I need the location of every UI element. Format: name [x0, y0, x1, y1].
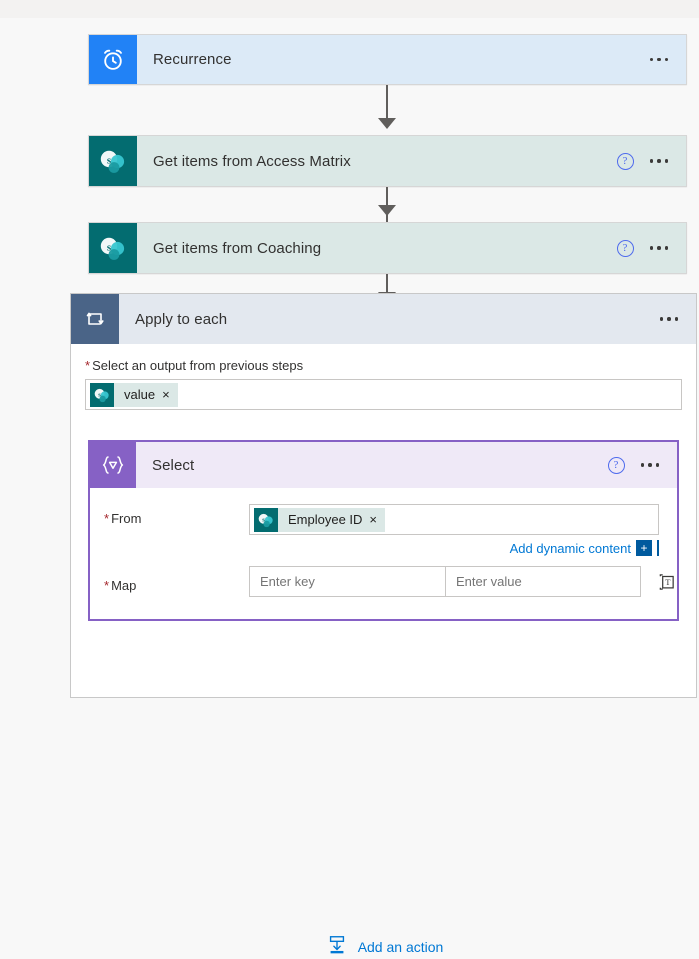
switch-to-text-mode-icon[interactable]: T [657, 571, 676, 593]
flow-step-title: Get items from Access Matrix [153, 152, 351, 170]
svg-text:T: T [665, 577, 671, 587]
apply-to-each-actions [658, 294, 697, 344]
select-body: * From s Employee ID × Add dynamic conte… [90, 488, 677, 619]
add-an-action-button[interactable]: Add an action [71, 934, 698, 959]
select-actions: ? [607, 442, 678, 488]
ellipsis-icon[interactable] [648, 240, 671, 256]
top-band [0, 0, 699, 18]
apply-to-each-title: Apply to each [135, 310, 228, 328]
add-an-action-label[interactable]: Add an action [358, 939, 444, 955]
apply-to-each-body: * Select an output from previous steps s … [71, 344, 696, 410]
connector-arrowhead [378, 118, 396, 129]
apply-to-each-header[interactable]: Apply to each [71, 294, 696, 344]
ellipsis-icon[interactable] [648, 52, 671, 68]
add-dynamic-content-row: Add dynamic content + [104, 540, 659, 556]
add-dynamic-content-plus-icon[interactable]: + [636, 540, 652, 556]
loop-icon [71, 294, 119, 344]
output-field-label-text: Select an output from previous steps [92, 358, 304, 373]
ellipsis-icon[interactable] [648, 153, 671, 169]
output-field-input[interactable]: s value × [85, 379, 682, 410]
sharepoint-icon: s [89, 223, 137, 273]
select-from-label-text: From [111, 511, 142, 526]
svg-text:s: s [98, 391, 101, 398]
insert-action-icon [326, 934, 348, 959]
question-circle-icon[interactable]: ? [607, 456, 625, 474]
sharepoint-icon: s [254, 507, 278, 532]
required-marker: * [104, 511, 110, 526]
flow-step-get-items-coaching[interactable]: s Get items from Coaching ? [88, 222, 687, 274]
select-from-row: * From s Employee ID × [104, 504, 659, 535]
svg-text:s: s [107, 242, 112, 254]
flow-step-select[interactable]: Select ? * From s Employee ID × Add dyna… [88, 440, 679, 621]
select-from-label: * From [104, 504, 249, 526]
connector-arrowhead [378, 205, 396, 216]
flow-step-actions [648, 35, 687, 84]
select-from-input[interactable]: s Employee ID × [249, 504, 659, 535]
select-map-row: *Map T [104, 566, 674, 597]
select-map-label-text: Map [111, 577, 137, 593]
output-field-label: * Select an output from previous steps [85, 358, 682, 373]
token-employee-id[interactable]: s Employee ID × [254, 507, 386, 532]
sharepoint-icon: s [90, 382, 114, 407]
flow-step-title: Get items from Coaching [153, 239, 322, 257]
required-marker: * [104, 577, 110, 593]
token-value[interactable]: s value × [90, 382, 178, 407]
connector-line [386, 85, 388, 121]
flow-step-actions: ? [616, 136, 687, 186]
select-title: Select [152, 456, 195, 474]
ellipsis-icon[interactable] [639, 457, 662, 473]
token-label: Employee ID [288, 512, 363, 527]
flow-step-get-items-access-matrix[interactable]: s Get items from Access Matrix ? [88, 135, 687, 187]
add-dynamic-content-bar [657, 540, 659, 556]
sharepoint-icon: s [89, 136, 137, 186]
add-dynamic-content-link[interactable]: Add dynamic content [510, 541, 631, 556]
ellipsis-icon[interactable] [658, 311, 681, 327]
question-circle-icon[interactable]: ? [616, 152, 634, 170]
svg-text:s: s [107, 155, 112, 167]
svg-text:s: s [262, 516, 265, 523]
flow-step-title: Recurrence [153, 51, 232, 68]
token-remove-icon[interactable]: × [160, 387, 178, 402]
token-label: value [124, 387, 156, 402]
map-key-input[interactable] [249, 566, 445, 597]
flow-designer-canvas: Recurrence s Get items from Access Matri… [0, 18, 699, 955]
select-from-control: s Employee ID × [249, 504, 659, 535]
alarm-clock-icon [89, 35, 137, 84]
select-map-inputs [249, 566, 641, 597]
flow-step-actions: ? [616, 223, 687, 273]
question-circle-icon[interactable]: ? [616, 239, 634, 257]
map-value-input[interactable] [445, 566, 641, 597]
select-map-label: * Map [104, 571, 249, 593]
token-remove-icon[interactable]: × [367, 512, 385, 527]
flow-step-recurrence[interactable]: Recurrence [88, 34, 687, 85]
required-marker: * [85, 358, 91, 373]
select-header[interactable]: Select ? [90, 442, 677, 488]
select-braces-icon [90, 442, 136, 488]
